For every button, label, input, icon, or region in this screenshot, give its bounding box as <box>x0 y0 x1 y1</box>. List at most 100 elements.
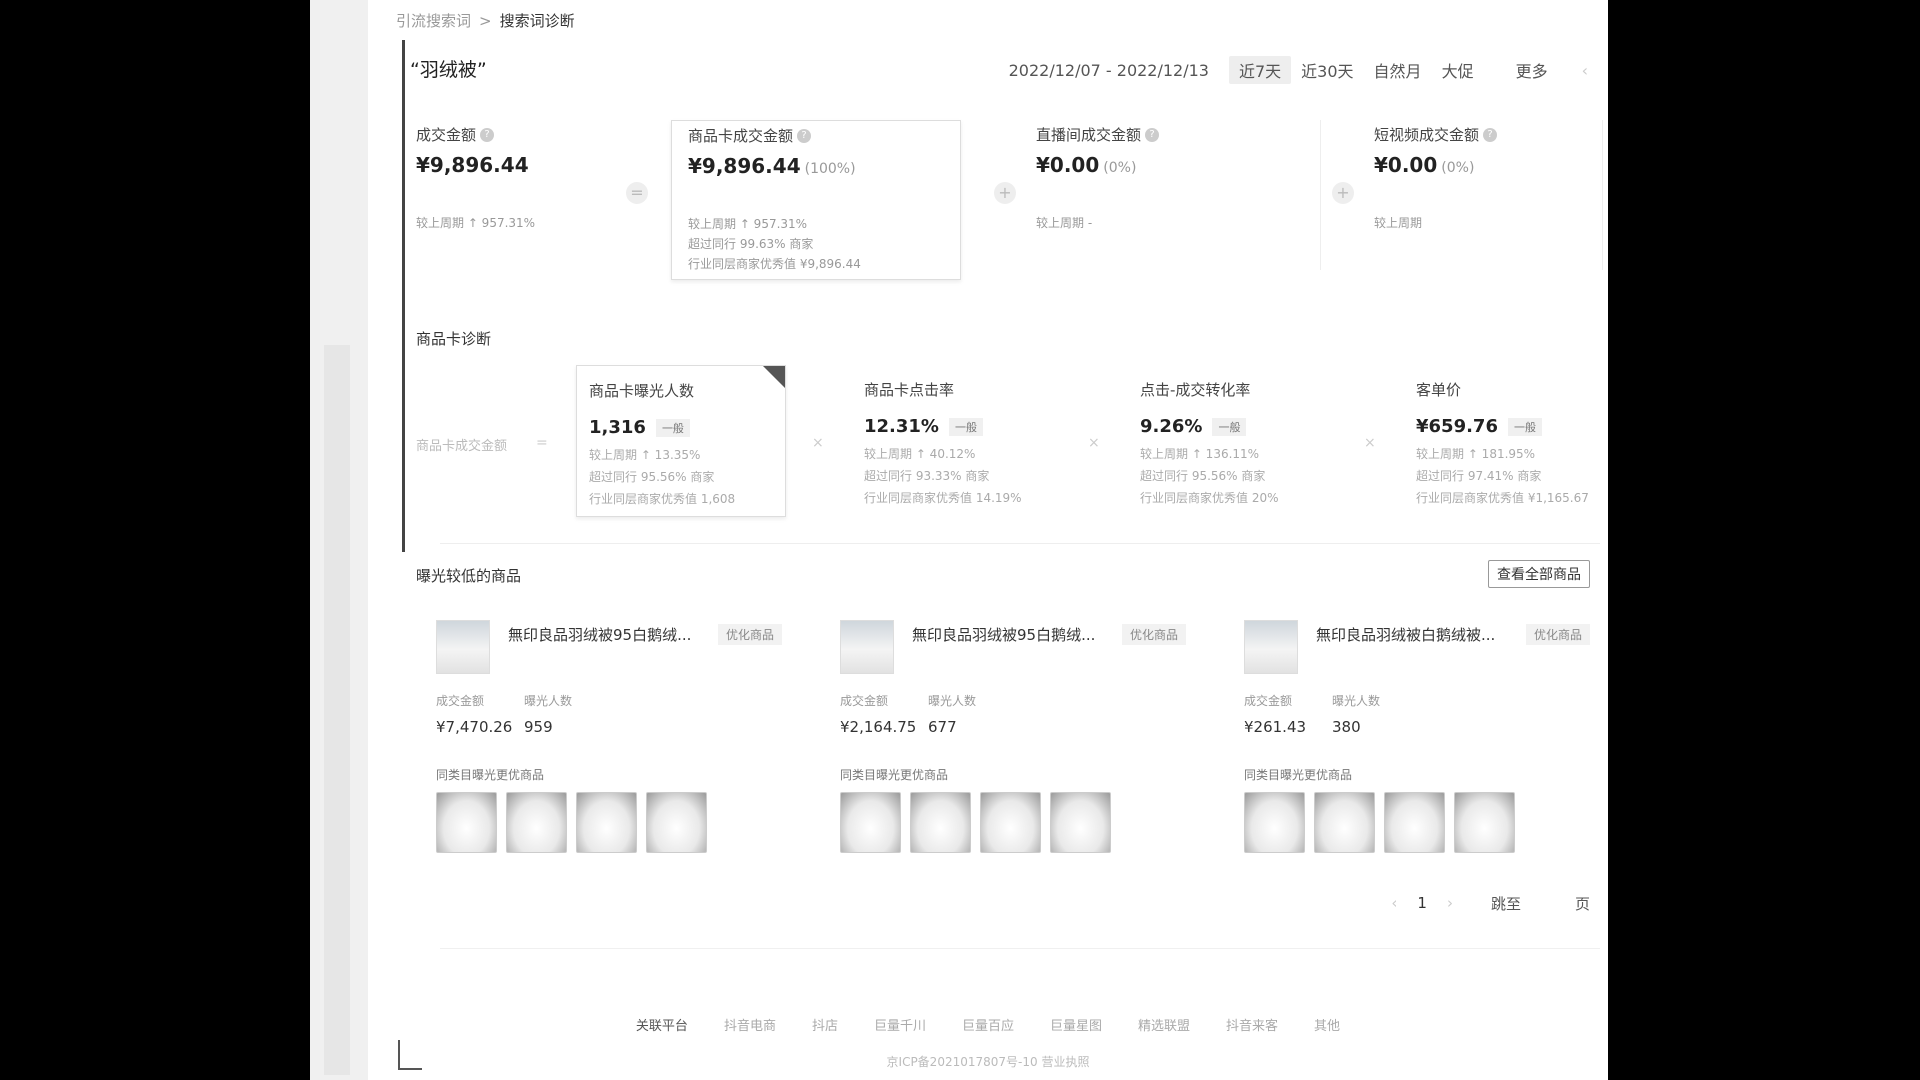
peer-product-image[interactable] <box>436 792 497 853</box>
peer-product-image[interactable] <box>980 792 1041 853</box>
product-card: 無印良品羽绒被95白鹅绒... 优化商品 成交金额 曝光人数 ¥2,164.75… <box>840 620 1220 860</box>
metric-rank: 超过同行 99.63% 商家 <box>688 237 814 251</box>
product-thumbnail[interactable] <box>436 620 490 674</box>
date-option-30d[interactable]: 近30天 <box>1291 56 1363 84</box>
prev-page-icon[interactable]: ‹ <box>1377 894 1411 912</box>
peer-product-image[interactable] <box>506 792 567 853</box>
diag-compare: 较上周期 ↑ 136.11% <box>1140 447 1260 461</box>
product-name[interactable]: 無印良品羽绒被白鹅绒被... <box>1316 624 1516 645</box>
view-all-products-button[interactable]: 查看全部商品 <box>1488 560 1590 588</box>
product-card: 無印良品羽绒被95白鹅绒... 优化商品 成交金额 曝光人数 ¥7,470.26… <box>436 620 816 860</box>
help-icon[interactable]: ? <box>797 128 812 143</box>
diag-benchmark: 行业同层商家优秀值 20% <box>1140 491 1279 505</box>
level-badge: 一般 <box>655 418 690 437</box>
equals-icon: = <box>626 182 648 204</box>
chevron-left-icon[interactable]: ‹ <box>1582 61 1588 80</box>
metric-total-amount[interactable]: 成交金额? ¥9,896.44 较上周期 ↑ 957.31% <box>416 120 706 280</box>
jump-label: 跳至 <box>1490 894 1521 913</box>
metric-video-amount[interactable]: 短视频成交金额? ¥0.00 (0%) 较上周期 <box>1374 120 1608 280</box>
help-icon[interactable]: ? <box>1145 127 1160 142</box>
footer-link[interactable]: 巨量星图 <box>1050 1015 1102 1034</box>
date-filter-bar: 2022/12/07 - 2022/12/13 近7天 近30天 自然月 大促 … <box>1009 56 1588 84</box>
breadcrumb-separator: > <box>479 11 492 30</box>
metric-label: 成交金额 <box>416 126 477 144</box>
footer-links: 关联平台 抖音电商 抖店 巨量千川 巨量百应 巨量星图 精选联盟 抖音来客 其他 <box>368 1015 1608 1034</box>
date-option-promo[interactable]: 大促 <box>1432 56 1484 84</box>
peer-products <box>436 792 707 853</box>
amount-label: 成交金额 <box>1244 694 1293 708</box>
peer-title: 同类目曝光更优商品 <box>1244 768 1353 782</box>
diag-card-aov[interactable]: 客单价 ¥659.76 一般 较上周期 ↑ 181.95% 超过同行 97.41%… <box>1404 365 1608 517</box>
diagnosis-left-label: 商品卡成交金额 <box>416 439 508 454</box>
breadcrumb-parent[interactable]: 引流搜索词 <box>396 10 471 31</box>
metric-live-amount[interactable]: 直播间成交金额? ¥0.00 (0%) 较上周期 - <box>1036 120 1326 280</box>
diag-card-exposure[interactable]: 商品卡曝光人数 1,316 一般 较上周期 ↑ 13.35% 超过同行 95.56… <box>576 365 786 517</box>
metric-label: 短视频成交金额 <box>1374 126 1480 144</box>
help-icon[interactable]: ? <box>480 127 495 142</box>
footer-link[interactable]: 精选联盟 <box>1138 1015 1190 1034</box>
diag-value: 1,316 <box>589 417 646 438</box>
peer-product-image[interactable] <box>576 792 637 853</box>
date-option-month[interactable]: 自然月 <box>1364 56 1432 84</box>
diag-card-ctr[interactable]: 商品卡点击率 12.31% 一般 较上周期 ↑ 40.12% 超过同行 93.33… <box>852 365 1062 517</box>
metric-card-amount[interactable]: 商品卡成交金额? ¥9,896.44 (100%) 较上周期 ↑ 957.31% … <box>671 120 961 280</box>
diag-label: 点击-成交转化率 <box>1140 381 1251 399</box>
page-number[interactable]: 1 <box>1411 894 1433 912</box>
diag-rank: 超过同行 95.56% 商家 <box>589 470 715 484</box>
metric-compare: 较上周期 - <box>1036 216 1093 230</box>
footer-link[interactable]: 巨量百应 <box>962 1015 1014 1034</box>
footer-link[interactable]: 抖音来客 <box>1226 1015 1278 1034</box>
help-icon[interactable]: ? <box>1483 127 1498 142</box>
peer-title: 同类目曝光更优商品 <box>436 768 545 782</box>
diag-card-cvr[interactable]: 点击-成交转化率 9.26% 一般 较上周期 ↑ 136.11% 超过同行 95.… <box>1128 365 1338 517</box>
optimize-product-button[interactable]: 优化商品 <box>1526 624 1591 645</box>
date-option-more[interactable]: 更多 <box>1506 56 1558 84</box>
product-name[interactable]: 無印良品羽绒被95白鹅绒... <box>912 624 1112 645</box>
peer-product-image[interactable] <box>646 792 707 853</box>
metric-percent: (0%) <box>1441 160 1475 176</box>
footer-link[interactable]: 抖音电商 <box>724 1015 776 1034</box>
diag-compare: 较上周期 ↑ 13.35% <box>589 448 701 462</box>
peer-product-image[interactable] <box>1050 792 1111 853</box>
optimize-product-button[interactable]: 优化商品 <box>718 624 783 645</box>
diag-rank: 超过同行 95.56% 商家 <box>1140 469 1266 483</box>
amount-label: 成交金额 <box>840 694 889 708</box>
product-thumbnail[interactable] <box>1244 620 1298 674</box>
jump-page-input[interactable] <box>1529 892 1567 914</box>
metric-compare: 较上周期 ↑ 957.31% <box>688 217 808 231</box>
next-page-icon[interactable]: › <box>1433 894 1467 912</box>
level-badge: 一般 <box>948 417 983 436</box>
optimize-product-button[interactable]: 优化商品 <box>1122 624 1187 645</box>
metric-value: ¥9,896.44 <box>688 154 801 178</box>
amount-value: ¥261.43 <box>1244 718 1307 736</box>
date-range[interactable]: 2022/12/07 - 2022/12/13 <box>1009 61 1209 80</box>
peer-product-image[interactable] <box>840 792 901 853</box>
peer-product-image[interactable] <box>1244 792 1305 853</box>
divider <box>440 948 1600 949</box>
icp-license[interactable]: 京ICP备2021017807号-10 营业执照 <box>368 1053 1608 1070</box>
peer-product-image[interactable] <box>1384 792 1445 853</box>
footer-link: 关联平台 <box>635 1019 688 1034</box>
footer-link[interactable]: 巨量千川 <box>874 1015 926 1034</box>
metric-value: ¥9,896.44 <box>416 153 529 177</box>
peer-products <box>1244 792 1515 853</box>
peer-product-image[interactable] <box>1314 792 1375 853</box>
peer-product-image[interactable] <box>1454 792 1515 853</box>
product-thumbnail[interactable] <box>840 620 894 674</box>
metric-row: 成交金额? ¥9,896.44 较上周期 ↑ 957.31% = 商品卡成交金额… <box>416 120 1606 280</box>
product-name[interactable]: 無印良品羽绒被95白鹅绒... <box>508 624 708 645</box>
divider <box>1602 120 1603 270</box>
peer-product-image[interactable] <box>910 792 971 853</box>
footer-link[interactable]: 抖店 <box>812 1015 838 1034</box>
diag-rank: 超过同行 97.41% 商家 <box>1416 469 1542 483</box>
date-option-7d[interactable]: 近7天 <box>1228 56 1292 84</box>
metric-label: 直播间成交金额 <box>1036 126 1142 144</box>
diag-value: 12.31% <box>864 416 939 437</box>
metric-label: 商品卡成交金额 <box>688 127 794 145</box>
footer-link[interactable]: 其他 <box>1314 1015 1340 1034</box>
overlay-vertical-line <box>402 40 405 552</box>
divider <box>440 543 1600 544</box>
metric-value: ¥0.00 <box>1036 153 1100 177</box>
overlay-corner-mark <box>398 1040 400 1070</box>
diag-label: 商品卡点击率 <box>864 381 955 399</box>
